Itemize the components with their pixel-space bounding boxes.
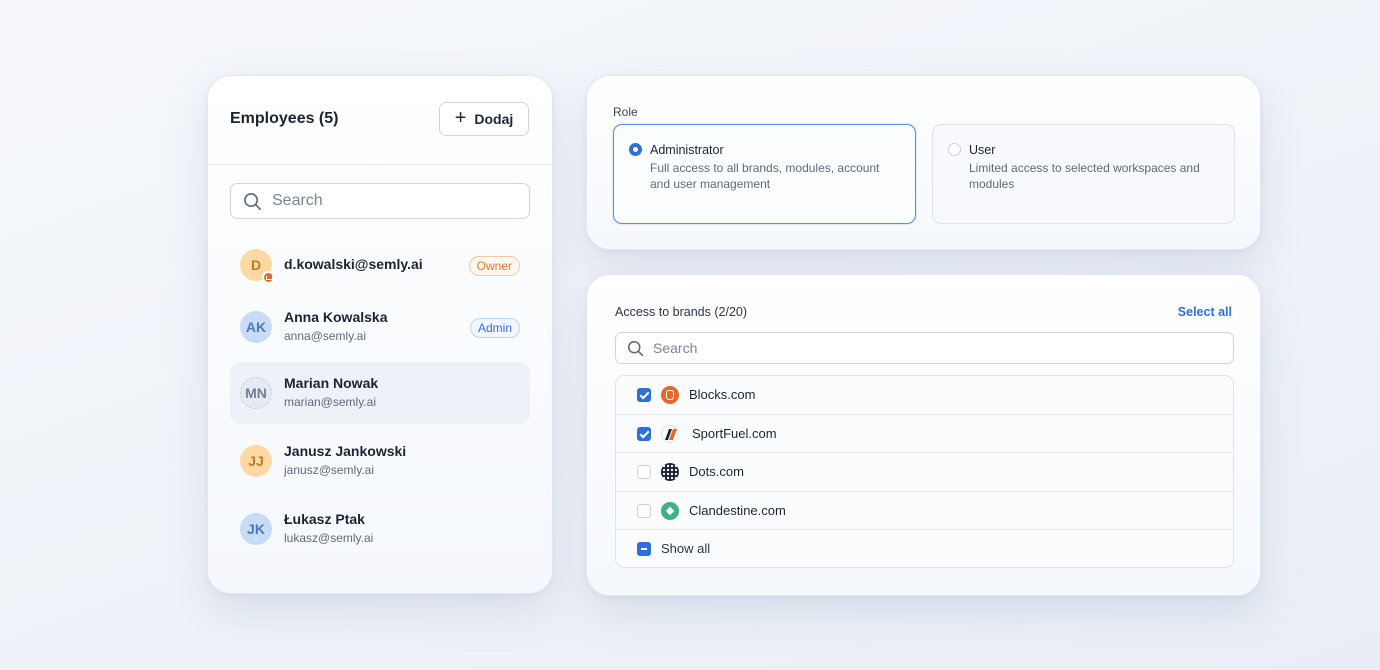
brand-row[interactable]: Blocks.com xyxy=(616,376,1233,415)
owner-badge: Owner xyxy=(468,256,520,276)
employee-name: Anna Kowalska xyxy=(284,309,388,325)
admin-badge: Admin xyxy=(469,318,520,338)
checkbox-unchecked[interactable] xyxy=(637,503,651,518)
role-option-description: Full access to all brands, modules, acco… xyxy=(650,161,880,191)
employee-email: anna@semly.ai xyxy=(284,329,366,343)
employee-search-input[interactable]: Search xyxy=(230,183,530,219)
search-icon xyxy=(627,340,644,356)
role-label: Role xyxy=(613,105,638,119)
plus-icon: + xyxy=(454,107,467,129)
checkbox-unchecked[interactable] xyxy=(637,465,651,480)
employee-email: lukasz@semly.ai xyxy=(284,531,374,545)
avatar: AK xyxy=(240,311,272,343)
employee-row[interactable]: JJ Janusz Jankowski janusz@semly.ai xyxy=(230,430,530,492)
employee-name: d.kowalski@semly.ai xyxy=(284,256,423,272)
brand-name: Dots.com xyxy=(689,464,744,480)
brand-name: Clandestine.com xyxy=(689,502,786,518)
employee-row[interactable]: D d.kowalski@semly.ai Owner xyxy=(230,234,530,296)
avatar: D xyxy=(240,249,275,284)
employee-name: Janusz Jankowski xyxy=(284,443,407,459)
role-option-name: Administrator xyxy=(650,143,724,157)
select-all-link[interactable]: Select all xyxy=(1178,305,1232,319)
employee-row[interactable]: AK Anna Kowalska anna@semly.ai Admin xyxy=(230,296,530,358)
search-icon xyxy=(244,192,261,210)
employee-name: Łukasz Ptak xyxy=(284,511,365,527)
radio-selected[interactable] xyxy=(629,143,642,156)
checkbox-indeterminate[interactable] xyxy=(637,542,651,557)
dots-logo-icon xyxy=(661,463,679,482)
role-option-description: Limited access to selected workspaces an… xyxy=(969,161,1200,191)
avatar-initials: D xyxy=(250,257,262,273)
brands-access-panel: Access to brands (2/20) Select all Searc… xyxy=(586,274,1261,596)
sportfuel-logo-icon xyxy=(661,424,679,443)
checkbox-checked[interactable] xyxy=(637,388,651,402)
employee-name: Marian Nowak xyxy=(284,375,379,391)
employee-email: marian@semly.ai xyxy=(284,395,376,409)
radio-unselected[interactable] xyxy=(948,143,961,156)
employees-title: Employees (5) xyxy=(230,110,339,127)
employee-search-placeholder: Search xyxy=(272,192,323,209)
brand-row[interactable]: Dots.com xyxy=(616,453,1233,492)
brand-list: Blocks.com SportFuel.com Dots.com Clande… xyxy=(615,375,1234,568)
brand-search-input[interactable]: Search xyxy=(615,332,1234,364)
avatar: JJ xyxy=(240,445,272,477)
avatar: MN xyxy=(240,377,272,409)
add-employee-button[interactable]: + Dodaj xyxy=(439,102,529,136)
role-option-name: User xyxy=(969,143,996,157)
role-option-administrator[interactable]: Administrator Full access to all brands,… xyxy=(613,124,916,224)
brand-row[interactable]: SportFuel.com xyxy=(616,415,1233,454)
brand-row[interactable]: Clandestine.com xyxy=(616,492,1233,531)
add-button-label: Dodaj xyxy=(474,111,514,127)
brand-name: Blocks.com xyxy=(689,387,756,402)
role-panel: Role Administrator Full access to all br… xyxy=(586,75,1261,250)
brands-access-label: Access to brands (2/20) xyxy=(615,305,748,319)
avatar: JK xyxy=(240,513,272,545)
employees-header: Employees (5) + Dodaj xyxy=(208,76,552,165)
crown-icon xyxy=(262,271,275,284)
show-all-label: Show all xyxy=(661,541,711,557)
brand-name: SportFuel.com xyxy=(692,425,777,441)
brand-search-placeholder: Search xyxy=(653,340,698,356)
employees-panel: Employees (5) + Dodaj Search D d.kowalsk… xyxy=(207,75,553,594)
clandestine-logo-icon xyxy=(661,501,679,520)
blocks-logo-icon xyxy=(661,386,679,404)
employee-row[interactable]: JK Łukasz Ptak lukasz@semly.ai xyxy=(230,498,530,560)
employee-row[interactable]: MN Marian Nowak marian@semly.ai xyxy=(230,362,530,424)
role-option-user[interactable]: User Limited access to selected workspac… xyxy=(932,124,1235,224)
checkbox-checked[interactable] xyxy=(637,426,651,441)
show-all-row[interactable]: Show all xyxy=(616,530,1233,567)
employee-email: janusz@semly.ai xyxy=(284,463,374,477)
